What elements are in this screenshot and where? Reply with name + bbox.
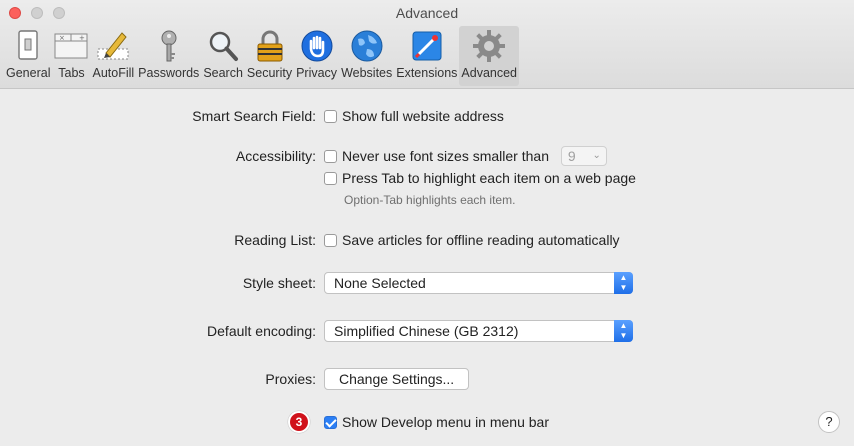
puzzle-icon xyxy=(412,31,442,61)
tab-websites-label: Websites xyxy=(341,66,393,80)
title-bar: Advanced General × + Tabs AutoFill Passw… xyxy=(0,0,854,89)
general-icon xyxy=(18,30,38,60)
smart-search-label: Smart Search Field: xyxy=(192,108,316,124)
develop-menu-row: 3 Show Develop menu in menu bar ? xyxy=(0,411,854,433)
preferences-toolbar: General × + Tabs AutoFill Passwords Sear… xyxy=(4,26,520,86)
option-tab-hint: Option-Tab highlights each item. xyxy=(344,193,516,207)
tab-privacy[interactable]: Privacy xyxy=(294,26,339,86)
tab-autofill[interactable]: AutoFill xyxy=(90,26,136,86)
save-offline-checkbox[interactable]: Save articles for offline reading automa… xyxy=(324,229,620,251)
svg-text:+: + xyxy=(79,34,85,42)
key-icon xyxy=(161,30,177,62)
tab-extensions[interactable]: Extensions xyxy=(394,26,459,86)
window-title: Advanced xyxy=(395,5,459,21)
proxies-row: Proxies: Change Settings... xyxy=(0,368,854,390)
press-tab-checkbox[interactable]: Press Tab to highlight each item on a we… xyxy=(324,167,636,189)
updown-arrows-icon: ▲ ▼ xyxy=(614,320,633,342)
tab-advanced[interactable]: Advanced xyxy=(459,26,520,86)
step-badge: 3 xyxy=(288,411,310,433)
updown-arrows-icon: ▲ ▼ xyxy=(614,272,633,294)
style-sheet-select[interactable]: None Selected ▲ ▼ xyxy=(324,272,633,294)
default-encoding-row: Default encoding: Simplified Chinese (GB… xyxy=(0,320,854,342)
checkbox-box[interactable] xyxy=(324,149,337,163)
press-tab-text: Press Tab to highlight each item on a we… xyxy=(342,170,636,186)
default-encoding-label: Default encoding: xyxy=(207,323,316,339)
min-font-size-value: 9 xyxy=(567,148,576,165)
min-font-size-checkbox[interactable]: Never use font sizes smaller than 9 ⌄ xyxy=(324,145,607,167)
tabs-icon: × + xyxy=(54,33,88,59)
reading-list-label: Reading List: xyxy=(234,232,316,248)
globe-icon xyxy=(351,30,383,62)
tab-passwords-label: Passwords xyxy=(138,66,200,80)
style-sheet-value: None Selected xyxy=(334,275,426,291)
min-font-size-text: Never use font sizes smaller than xyxy=(342,148,549,164)
show-develop-menu-text: Show Develop menu in menu bar xyxy=(342,414,550,430)
press-tab-hint-row: Option-Tab highlights each item. xyxy=(0,189,854,211)
tab-security[interactable]: Security xyxy=(245,26,294,86)
tab-extensions-label: Extensions xyxy=(396,66,458,80)
tab-general-label: General xyxy=(6,66,51,80)
tab-advanced-label: Advanced xyxy=(461,66,518,80)
style-sheet-label: Style sheet: xyxy=(242,275,316,291)
proxies-label: Proxies: xyxy=(265,371,316,387)
show-full-address-checkbox[interactable]: Show full website address xyxy=(324,105,504,127)
tab-autofill-label: AutoFill xyxy=(92,66,135,80)
advanced-settings-pane: Smart Search Field: Show full website ad… xyxy=(0,89,854,446)
tab-tabs[interactable]: × + Tabs xyxy=(52,26,90,86)
tab-search[interactable]: Search xyxy=(201,26,245,86)
tab-privacy-label: Privacy xyxy=(296,66,338,80)
checkbox-box[interactable] xyxy=(324,171,337,185)
hand-icon xyxy=(301,30,333,62)
accessibility-label: Accessibility: xyxy=(235,148,316,164)
checkbox-box[interactable] xyxy=(324,415,337,429)
preferences-window: Advanced General × + Tabs AutoFill Passw… xyxy=(0,0,854,446)
smart-search-row: Smart Search Field: Show full website ad… xyxy=(0,105,854,127)
reading-list-row: Reading List: Save articles for offline … xyxy=(0,229,854,251)
press-tab-row: Press Tab to highlight each item on a we… xyxy=(0,167,854,189)
padlock-icon xyxy=(257,30,282,62)
search-icon xyxy=(209,31,239,61)
checkbox-box[interactable] xyxy=(324,109,337,123)
show-develop-menu-checkbox[interactable]: Show Develop menu in menu bar xyxy=(324,411,549,433)
tab-tabs-label: Tabs xyxy=(58,66,85,80)
tab-websites[interactable]: Websites xyxy=(339,26,394,86)
default-encoding-select[interactable]: Simplified Chinese (GB 2312) ▲ ▼ xyxy=(324,320,633,342)
tab-general[interactable]: General xyxy=(4,26,52,86)
svg-text:×: × xyxy=(59,34,65,42)
tab-search-label: Search xyxy=(203,66,243,80)
checkbox-box[interactable] xyxy=(324,233,337,247)
chevron-down-icon: ⌄ xyxy=(592,150,601,162)
tab-security-label: Security xyxy=(246,66,293,80)
gear-icon xyxy=(473,30,506,62)
show-full-address-text: Show full website address xyxy=(342,108,504,124)
style-sheet-row: Style sheet: None Selected ▲ ▼ xyxy=(0,272,854,294)
tab-passwords[interactable]: Passwords xyxy=(136,26,201,86)
help-button[interactable]: ? xyxy=(818,411,840,433)
accessibility-row: Accessibility: Never use font sizes smal… xyxy=(0,145,854,167)
change-settings-button[interactable]: Change Settings... xyxy=(324,368,470,390)
autofill-icon xyxy=(97,32,129,60)
default-encoding-value: Simplified Chinese (GB 2312) xyxy=(334,323,519,339)
save-offline-text: Save articles for offline reading automa… xyxy=(342,232,620,248)
min-font-size-select[interactable]: 9 ⌄ xyxy=(560,146,607,167)
